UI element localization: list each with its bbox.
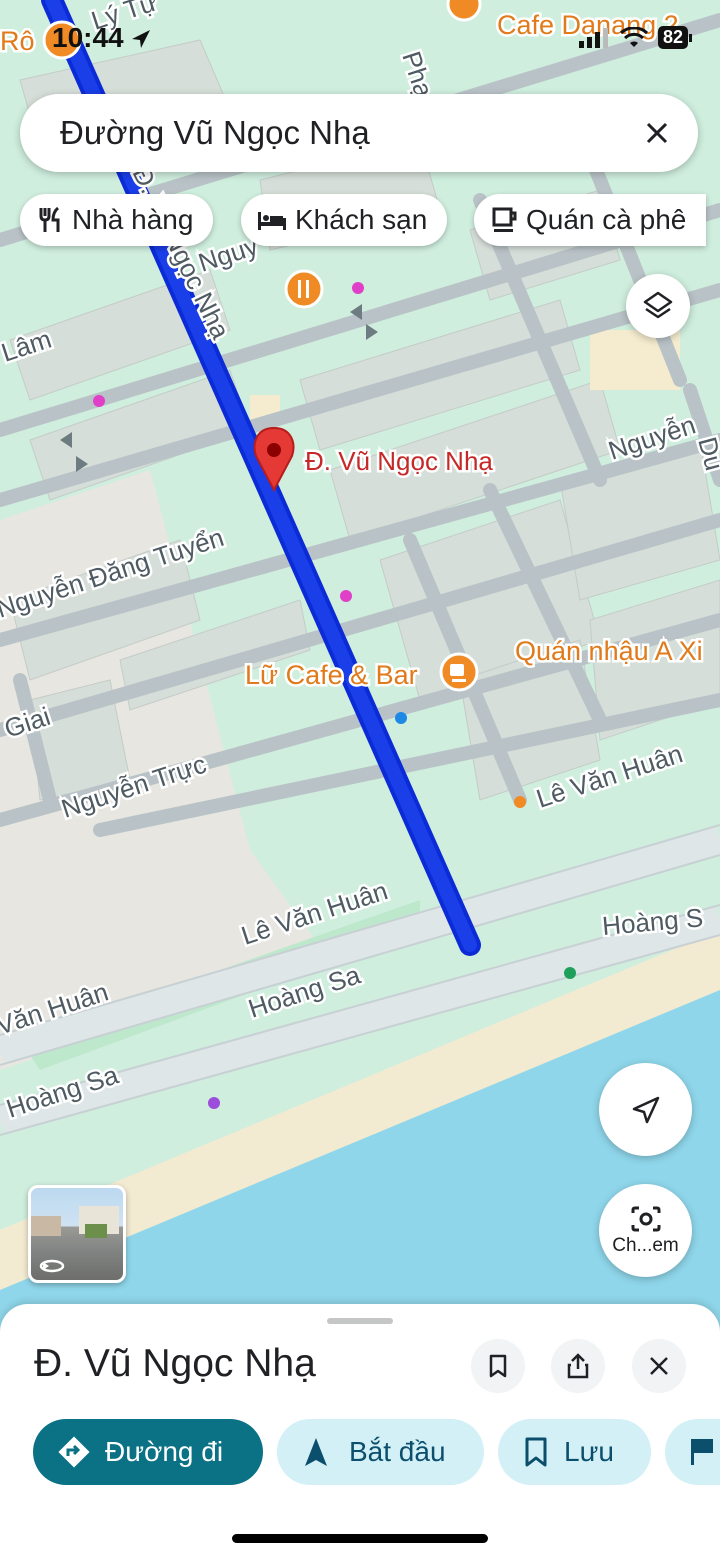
chip-label: Khách sạn <box>295 204 428 235</box>
bookmark-icon <box>524 1436 548 1468</box>
start-button[interactable]: Bắt đầu <box>277 1419 484 1485</box>
street-view-360-icon <box>39 1258 65 1274</box>
chip-cafes[interactable]: Quán cà phê <box>474 194 707 246</box>
map-label: Rô <box>0 26 35 56</box>
status-time: 10:44 <box>52 22 151 56</box>
close-icon <box>646 122 668 144</box>
flag-icon <box>689 1436 713 1468</box>
hotel-icon <box>257 208 287 232</box>
cafe-poi-icon <box>439 652 479 692</box>
place-sheet[interactable]: Đ. Vũ Ngọc Nhạ Đường đi Bắt đầu Lưu <box>0 1304 720 1557</box>
chip-label: Quán cà phê <box>526 204 687 235</box>
chip-label: Nhà hàng <box>72 204 194 235</box>
save-icon-button[interactable] <box>471 1339 525 1393</box>
lens-button[interactable]: Ch...em <box>599 1184 692 1277</box>
wifi-icon <box>619 26 648 49</box>
search-bar[interactable]: Đường Vũ Ngọc Nhạ <box>20 94 698 172</box>
close-sheet-button[interactable] <box>632 1339 686 1393</box>
home-indicator <box>232 1534 488 1543</box>
my-location-button[interactable] <box>599 1063 692 1156</box>
share-button[interactable] <box>551 1339 605 1393</box>
save-label: Lưu <box>564 1436 614 1467</box>
map-label: Lữ Cafe & Bar <box>245 660 418 690</box>
status-icons: 82 <box>578 26 692 49</box>
chip-restaurants[interactable]: Nhà hàng <box>20 194 214 246</box>
layers-icon <box>643 291 673 319</box>
directions-label: Đường đi <box>105 1436 224 1467</box>
cafe-danang-poi-icon <box>446 0 482 22</box>
directions-icon <box>57 1435 91 1469</box>
directions-button[interactable]: Đường đi <box>33 1419 263 1485</box>
share-icon <box>567 1353 589 1379</box>
lens-button-label: Ch...em <box>612 1234 679 1256</box>
clear-search-button[interactable] <box>638 114 676 152</box>
pin-label: Đ. Vũ Ngọc Nhạ <box>305 446 493 476</box>
drag-handle[interactable] <box>327 1318 393 1324</box>
camera-icon <box>631 1206 660 1231</box>
search-input[interactable]: Đường Vũ Ngọc Nhạ <box>60 114 370 152</box>
restaurant-icon <box>38 206 64 234</box>
navigation-arrow-icon <box>303 1436 329 1468</box>
start-label: Bắt đầu <box>349 1436 446 1467</box>
street-view-thumbnail[interactable] <box>28 1185 126 1283</box>
more-actions-button[interactable] <box>665 1419 720 1485</box>
layers-button[interactable] <box>626 274 690 338</box>
navigation-arrow-icon <box>632 1096 659 1123</box>
restaurant-poi-icon <box>284 269 324 309</box>
battery-icon: 82 <box>657 26 692 49</box>
save-button[interactable]: Lưu <box>498 1419 651 1485</box>
cafe-icon <box>492 207 518 233</box>
map-label: Quán nhậu A Xi <box>515 636 703 666</box>
chip-hotels[interactable]: Khách sạn <box>241 194 448 246</box>
close-icon <box>650 1357 668 1375</box>
bookmark-icon <box>489 1354 507 1378</box>
signal-icon <box>578 27 608 48</box>
place-title: Đ. Vũ Ngọc Nhạ <box>34 1342 316 1385</box>
location-arrow-icon <box>131 24 151 56</box>
